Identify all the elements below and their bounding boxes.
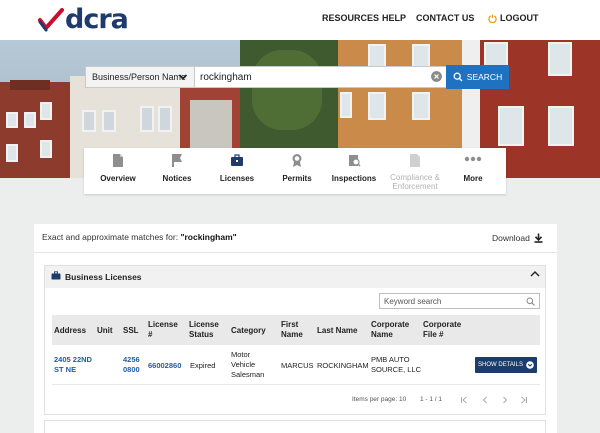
show-details-button[interactable]: SHOW DETAILS	[475, 357, 537, 373]
previous-page-icon[interactable]	[481, 396, 489, 404]
compliance-icon	[410, 154, 420, 167]
divider	[34, 252, 557, 253]
match-prefix: Exact and approximate matches for:	[42, 232, 181, 242]
col-license-status[interactable]: License Status	[189, 320, 227, 340]
tab-label: Compliance & Enforcement	[390, 173, 440, 191]
search-type-select[interactable]: Business/Person Name	[85, 66, 195, 88]
nav-resources[interactable]: RESOURCES	[322, 13, 379, 23]
briefcase-icon	[231, 154, 243, 166]
dcra-logo[interactable]: dcra	[38, 4, 129, 35]
more-icon	[464, 156, 482, 162]
next-page-icon[interactable]	[501, 396, 509, 404]
match-term: "rockingham"	[180, 232, 237, 242]
tab-label: Notices	[162, 174, 192, 183]
cell-license-status: Expired	[190, 361, 216, 370]
nav-contact-us[interactable]: CONTACT US	[416, 13, 474, 23]
tab-licenses[interactable]: Licenses	[212, 148, 262, 194]
first-page-icon[interactable]	[460, 396, 468, 404]
business-licenses-title: Business Licenses	[65, 272, 142, 282]
award-icon	[292, 154, 302, 167]
items-per-page-label: Items per page:	[352, 396, 398, 403]
col-category[interactable]: Category	[231, 326, 266, 336]
tab-more[interactable]: More	[450, 148, 496, 194]
checkmark-logo-icon	[38, 8, 64, 32]
tab-label: Licenses	[219, 174, 255, 183]
col-first-name[interactable]: First Name	[281, 320, 311, 340]
next-section-card	[44, 420, 546, 433]
search-input-value: rockingham	[200, 71, 252, 83]
search-button-label: SEARCH	[466, 72, 503, 82]
nav-logout[interactable]: LOGOUT	[488, 13, 539, 23]
items-per-page[interactable]: Items per page: 10	[352, 396, 406, 403]
cell-corporate-name: PMB AUTO SOURCE, LLC	[371, 355, 422, 374]
category-tabs: Overview Notices Licenses Permits Inspec…	[84, 148, 506, 194]
chevron-down-icon	[178, 74, 188, 80]
briefcase-icon	[51, 271, 61, 280]
chevron-up-icon[interactable]	[530, 270, 540, 278]
page-range: 1 - 1 / 1	[420, 396, 443, 403]
last-page-icon[interactable]	[520, 396, 528, 404]
download-button[interactable]: Download	[492, 233, 543, 243]
tab-compliance-enforcement[interactable]: Compliance & Enforcement	[384, 148, 446, 194]
download-label: Download	[492, 233, 530, 243]
chevron-down-circle-icon	[526, 361, 534, 369]
col-corporate-name[interactable]: Corporate Name	[371, 320, 417, 340]
cell-address[interactable]: 2405 22ND ST NE	[54, 355, 94, 375]
logo-text: dcra	[65, 4, 129, 35]
tab-overview[interactable]: Overview	[92, 148, 144, 194]
search-input[interactable]: rockingham	[195, 66, 447, 88]
cell-first-name: MARCUS	[281, 361, 314, 370]
nav-help[interactable]: HELP	[382, 13, 406, 23]
tab-inspections[interactable]: Inspections	[328, 148, 380, 194]
col-last-name[interactable]: Last Name	[317, 326, 357, 336]
col-address[interactable]: Address	[54, 326, 86, 336]
download-icon	[534, 233, 543, 243]
tab-notices[interactable]: Notices	[152, 148, 202, 194]
cell-license-number[interactable]: 66002860	[148, 361, 181, 371]
tab-label: Overview	[100, 174, 136, 183]
cell-ssl[interactable]: 4256 0800	[123, 355, 143, 375]
col-corporate-file[interactable]: Corporate File #	[423, 320, 467, 340]
clear-icon[interactable]	[431, 71, 442, 82]
tab-label: More	[463, 174, 483, 183]
search-button[interactable]: SEARCH	[446, 65, 509, 89]
keyword-search-input[interactable]: Keyword search	[379, 293, 540, 309]
flag-icon	[172, 154, 182, 167]
tab-permits[interactable]: Permits	[272, 148, 322, 194]
logout-label: LOGOUT	[500, 13, 539, 23]
cell-category: Motor Vehicle Salesman	[231, 350, 265, 379]
col-ssl[interactable]: SSL	[123, 326, 139, 336]
search-type-value: Business/Person Name	[92, 72, 187, 82]
col-unit[interactable]: Unit	[97, 326, 113, 336]
power-icon	[488, 13, 497, 23]
inspection-icon	[349, 155, 361, 167]
col-license-number[interactable]: License #	[148, 320, 184, 340]
tab-label: Inspections	[331, 174, 377, 183]
document-icon	[113, 154, 123, 167]
keyword-search-placeholder: Keyword search	[384, 296, 442, 306]
search-icon	[453, 72, 463, 82]
match-summary: Exact and approximate matches for: "rock…	[42, 232, 237, 242]
show-details-label: SHOW DETAILS	[478, 362, 523, 368]
search-icon	[526, 297, 535, 306]
cell-last-name: ROCKINGHAM	[317, 361, 369, 370]
tab-label: Permits	[282, 174, 312, 183]
items-per-page-value: 10	[398, 396, 407, 403]
